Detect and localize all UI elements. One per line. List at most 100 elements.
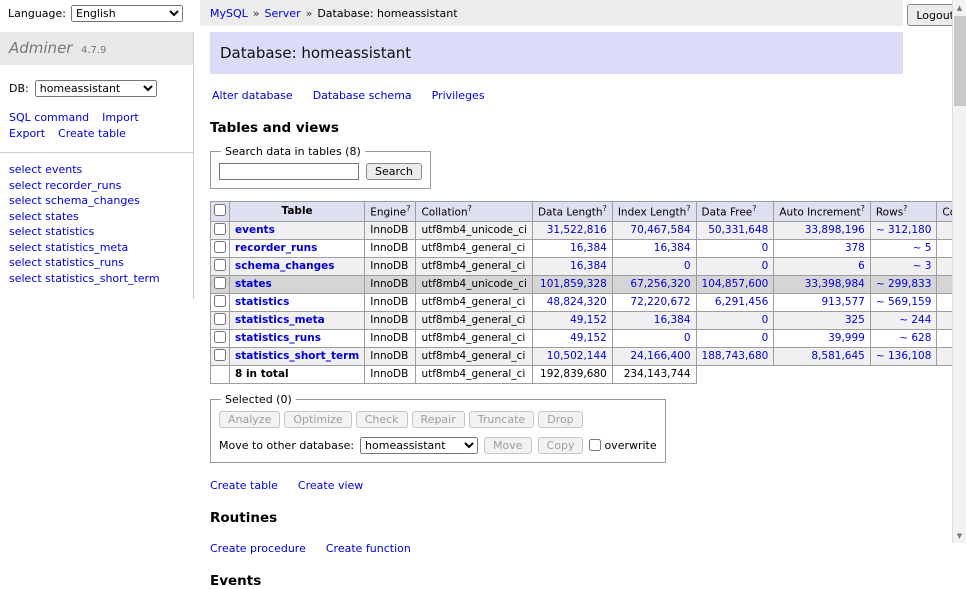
table-name-link[interactable]: schema_changes xyxy=(235,260,335,272)
sidebar-table-link[interactable]: select statistics_short_term xyxy=(9,272,184,285)
create-link[interactable]: Create view xyxy=(298,479,363,492)
sidebar-action-link[interactable]: Export xyxy=(9,127,45,140)
data-length-link[interactable]: 16,384 xyxy=(570,260,607,272)
auto-increment-link[interactable]: 39,999 xyxy=(828,332,865,344)
table-name-link[interactable]: recorder_runs xyxy=(235,242,317,254)
table-name-link[interactable]: states xyxy=(235,278,272,290)
auto-increment-link[interactable]: 33,898,196 xyxy=(805,224,865,236)
db-action-link[interactable]: Privileges xyxy=(432,89,485,102)
row-checkbox[interactable] xyxy=(214,295,226,307)
data-free-link[interactable]: 104,857,600 xyxy=(702,278,769,290)
data-free-link[interactable]: 188,743,680 xyxy=(702,350,769,362)
rows-count-link[interactable]: ~ 136,108 xyxy=(876,350,932,362)
scroll-down-icon[interactable]: ▼ xyxy=(953,528,966,543)
rows-count-link[interactable]: ~ 628 xyxy=(899,332,931,344)
column-help-link[interactable]: ? xyxy=(406,204,410,213)
row-checkbox[interactable] xyxy=(214,259,226,271)
sidebar-table-link[interactable]: select statistics xyxy=(9,225,184,238)
table-row: statesInnoDButf8mb4_unicode_ci101,859,32… xyxy=(211,275,966,293)
data-free-link[interactable]: 0 xyxy=(762,314,769,326)
row-checkbox[interactable] xyxy=(214,223,226,235)
data-free-link[interactable]: 0 xyxy=(762,260,769,272)
auto-increment-link[interactable]: 325 xyxy=(845,314,865,326)
auto-increment-link[interactable]: 33,398,984 xyxy=(805,278,865,290)
table-name-link[interactable]: events xyxy=(235,224,275,236)
auto-increment-cell: 378 xyxy=(774,239,871,257)
data-free-cell: 0 xyxy=(696,257,774,275)
sidebar-table-link[interactable]: select recorder_runs xyxy=(9,179,184,192)
sidebar-table-link[interactable]: select states xyxy=(9,210,184,223)
sidebar-action-link[interactable]: Create table xyxy=(58,127,126,140)
column-help-link[interactable]: ? xyxy=(861,204,865,213)
data-free-link[interactable]: 50,331,648 xyxy=(708,224,768,236)
routine-link[interactable]: Create procedure xyxy=(210,542,306,555)
rows-count-link[interactable]: ~ 5 xyxy=(913,242,932,254)
sidebar-table-link[interactable]: select statistics_runs xyxy=(9,256,184,269)
index-length-link[interactable]: 72,220,672 xyxy=(630,296,690,308)
language-select[interactable]: English xyxy=(71,5,183,22)
auto-increment-link[interactable]: 6 xyxy=(858,260,865,272)
column-help-link[interactable]: ? xyxy=(686,204,690,213)
table-name-link[interactable]: statistics xyxy=(235,296,289,308)
data-free-link[interactable]: 6,291,456 xyxy=(715,296,768,308)
index-length-link[interactable]: 0 xyxy=(684,332,691,344)
sidebar-action-link[interactable]: Import xyxy=(102,111,139,124)
data-length-link[interactable]: 10,502,144 xyxy=(547,350,607,362)
rows-count-link[interactable]: ~ 299,833 xyxy=(876,278,932,290)
table-name-link[interactable]: statistics_runs xyxy=(235,332,321,344)
search-input[interactable] xyxy=(219,163,359,180)
sidebar-action-link[interactable]: SQL command xyxy=(9,111,89,124)
rows-count-link[interactable]: ~ 569,159 xyxy=(876,296,932,308)
index-length-link[interactable]: 67,256,320 xyxy=(630,278,690,290)
auto-increment-cell: 913,577 xyxy=(774,293,871,311)
column-help-link[interactable]: ? xyxy=(468,204,472,213)
data-length-link[interactable]: 31,522,816 xyxy=(547,224,607,236)
column-help-link[interactable]: ? xyxy=(903,204,907,213)
index-length-link[interactable]: 0 xyxy=(684,260,691,272)
db-action-link[interactable]: Database schema xyxy=(313,89,412,102)
column-help-link[interactable]: ? xyxy=(752,204,756,213)
data-length-link[interactable]: 49,152 xyxy=(570,314,607,326)
scroll-up-icon[interactable]: ▲ xyxy=(953,0,966,15)
breadcrumb-mysql-link[interactable]: MySQL xyxy=(210,7,248,20)
auto-increment-link[interactable]: 378 xyxy=(845,242,865,254)
row-checkbox[interactable] xyxy=(214,331,226,343)
sidebar-table-link[interactable]: select schema_changes xyxy=(9,194,184,207)
data-length-link[interactable]: 16,384 xyxy=(570,242,607,254)
index-length-link[interactable]: 16,384 xyxy=(654,314,691,326)
row-checkbox[interactable] xyxy=(214,241,226,253)
create-link[interactable]: Create table xyxy=(210,479,278,492)
row-checkbox[interactable] xyxy=(214,313,226,325)
rows-count-link[interactable]: ~ 244 xyxy=(899,314,931,326)
select-all-checkbox[interactable] xyxy=(214,204,226,216)
index-length-link[interactable]: 24,166,400 xyxy=(630,350,690,362)
data-free-link[interactable]: 0 xyxy=(762,332,769,344)
move-db-select[interactable]: homeassistant xyxy=(360,437,478,454)
db-action-links: Alter database Database schema Privileges xyxy=(212,89,966,102)
data-length-link[interactable]: 48,824,320 xyxy=(547,296,607,308)
db-select[interactable]: homeassistant xyxy=(35,80,157,97)
scrollbar-thumb[interactable] xyxy=(954,16,966,106)
overwrite-option[interactable]: overwrite xyxy=(589,439,656,452)
auto-increment-link[interactable]: 8,581,645 xyxy=(811,350,864,362)
search-button[interactable]: Search xyxy=(366,163,422,180)
rows-count-link[interactable]: ~ 312,180 xyxy=(876,224,932,236)
row-checkbox[interactable] xyxy=(214,349,226,361)
overwrite-checkbox[interactable] xyxy=(589,439,601,451)
sidebar-table-link[interactable]: select statistics_meta xyxy=(9,241,184,254)
data-free-link[interactable]: 0 xyxy=(762,242,769,254)
auto-increment-link[interactable]: 913,577 xyxy=(821,296,864,308)
sidebar-table-link[interactable]: select events xyxy=(9,163,184,176)
db-action-link[interactable]: Alter database xyxy=(212,89,293,102)
table-name-link[interactable]: statistics_meta xyxy=(235,314,325,326)
routine-link[interactable]: Create function xyxy=(326,542,411,555)
column-help-link[interactable]: ? xyxy=(603,204,607,213)
row-checkbox[interactable] xyxy=(214,277,226,289)
table-name-link[interactable]: statistics_short_term xyxy=(235,350,359,362)
breadcrumb-server-link[interactable]: Server xyxy=(265,7,301,20)
index-length-link[interactable]: 16,384 xyxy=(654,242,691,254)
rows-count-link[interactable]: ~ 3 xyxy=(913,260,932,272)
index-length-link[interactable]: 70,467,584 xyxy=(630,224,690,236)
data-length-link[interactable]: 101,859,328 xyxy=(540,278,607,290)
data-length-link[interactable]: 49,152 xyxy=(570,332,607,344)
